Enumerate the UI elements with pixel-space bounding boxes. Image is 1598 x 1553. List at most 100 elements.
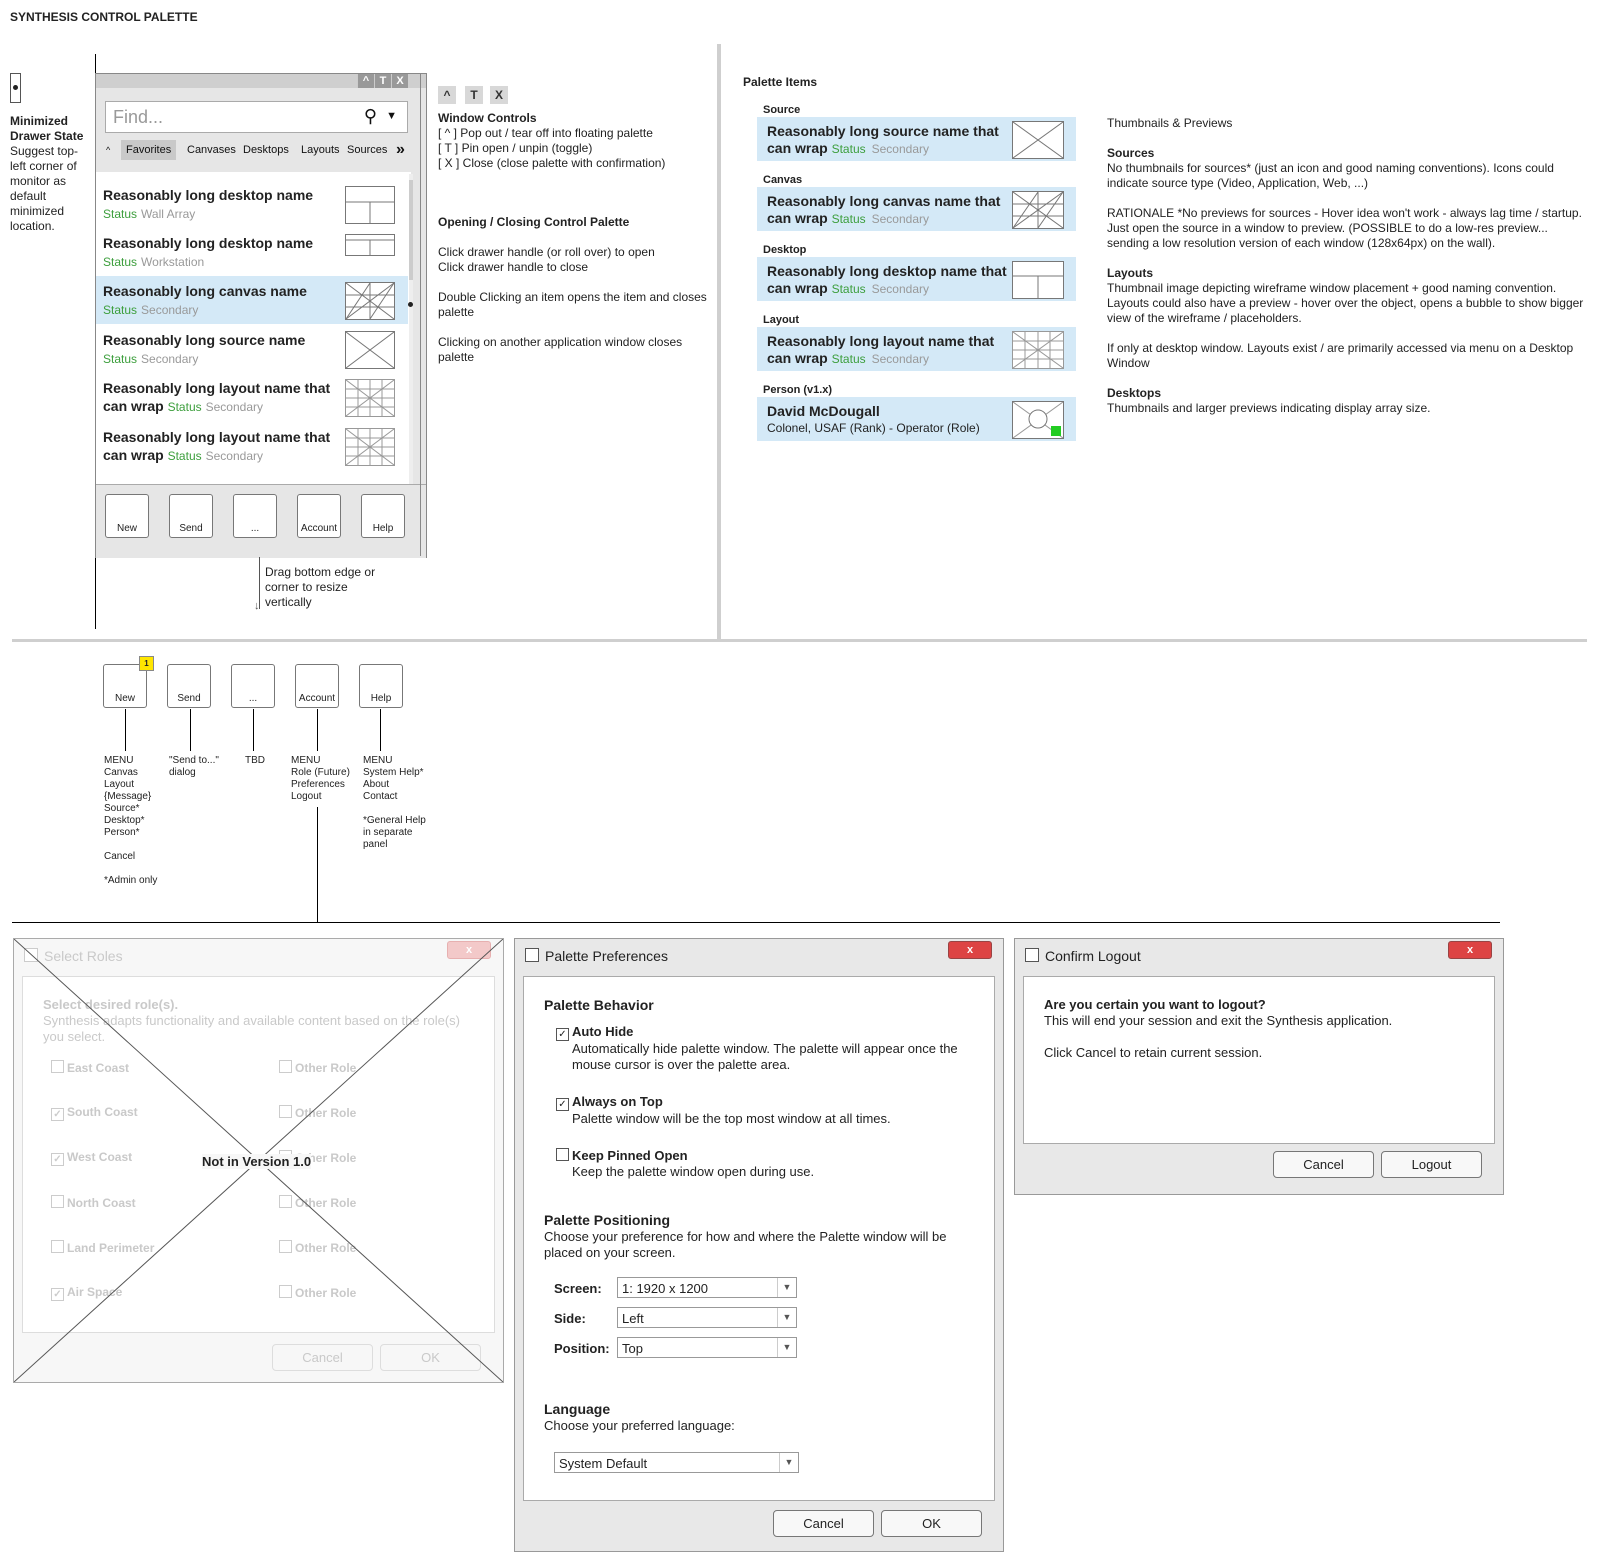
- auto-hide-desc: Automatically hide palette window. The p…: [572, 1041, 958, 1072]
- always-on-top-checkbox[interactable]: ✓: [556, 1098, 569, 1111]
- keep-pinned-label: Keep Pinned Open: [572, 1148, 688, 1163]
- account-button[interactable]: Account: [297, 494, 341, 538]
- desktop-thumbnail: [345, 234, 395, 256]
- palette-footer: New Send ... Account Help: [96, 484, 426, 558]
- item-name: Reasonably long desktop name: [103, 187, 314, 203]
- divider: [12, 639, 1587, 642]
- opening-heading: Opening / Closing Control Palette: [438, 215, 630, 229]
- tab-sources[interactable]: Sources: [342, 140, 392, 160]
- layout-label: Layout: [763, 314, 800, 326]
- palette-titlebar: ^ T X: [96, 74, 426, 88]
- item-status: Status: [103, 352, 138, 366]
- positioning-desc: Choose your preference for how and where…: [544, 1229, 947, 1260]
- new-button[interactable]: New: [105, 494, 149, 538]
- close-button[interactable]: X: [391, 74, 408, 88]
- tab-canvases[interactable]: Canvases: [182, 140, 241, 160]
- more-button[interactable]: ...: [231, 664, 275, 708]
- send-button[interactable]: Send: [169, 494, 213, 538]
- account-button[interactable]: Account: [295, 664, 339, 708]
- item-status: Status: [831, 212, 866, 226]
- auto-hide-checkbox[interactable]: ✓: [556, 1028, 569, 1041]
- close-icon: X: [490, 86, 508, 104]
- list-item[interactable]: Reasonably long canvas name Status Second…: [96, 276, 408, 324]
- list-item[interactable]: Reasonably long layout name that can wra…: [96, 373, 408, 421]
- ok-button[interactable]: OK: [881, 1510, 982, 1537]
- layout-thumbnail: [1012, 331, 1064, 369]
- auto-hide-label: Auto Hide: [572, 1024, 634, 1039]
- cancel-button[interactable]: Cancel: [773, 1510, 874, 1537]
- person-name: David McDougall: [767, 403, 880, 419]
- window-controls-heading: Window Controls: [438, 111, 537, 125]
- item-status: Status: [103, 207, 138, 221]
- item-secondary: Secondary: [871, 282, 929, 296]
- tab-favorites[interactable]: Favorites: [121, 140, 177, 160]
- logout-button[interactable]: Logout: [1381, 1151, 1482, 1178]
- list-item[interactable]: Reasonably long desktop name Status Wall …: [96, 180, 408, 228]
- thumbnails-heading: Thumbnails & Previews: [1107, 116, 1233, 130]
- new-menu-note: MENU Canvas Layout {Message} Source* Des…: [104, 755, 158, 886]
- note-line: Clicking on another application window c…: [438, 335, 683, 364]
- list-item[interactable]: Reasonably long source name Status Second…: [96, 325, 408, 373]
- chevron-down-icon[interactable]: ▼: [386, 110, 397, 122]
- close-icon[interactable]: x: [1448, 941, 1492, 959]
- desktop-card[interactable]: Reasonably long desktop name that can wr…: [757, 257, 1076, 301]
- logout-message: Are you certain you want to logout? This…: [1044, 997, 1484, 1061]
- language-desc: Choose your preferred language:: [544, 1418, 735, 1433]
- source-label: Source: [763, 104, 801, 116]
- layout-card[interactable]: Reasonably long layout name that can wra…: [757, 327, 1076, 371]
- dialog-title: Confirm Logout: [1025, 948, 1141, 964]
- close-icon[interactable]: x: [948, 941, 992, 959]
- pin-button[interactable]: T: [374, 74, 391, 88]
- palette-preferences-dialog: Palette Preferences x Palette Behavior ✓…: [514, 938, 1004, 1552]
- chevron-down-icon: ▼: [779, 1453, 798, 1472]
- drawer-handle[interactable]: [10, 73, 21, 103]
- logout-question: Are you certain you want to logout?: [1044, 997, 1266, 1012]
- popout-button[interactable]: ^: [357, 74, 374, 88]
- scrollbar-thumb[interactable]: [409, 180, 413, 280]
- source-thumbnail: [345, 331, 395, 369]
- item-status: Status: [167, 400, 202, 414]
- person-card[interactable]: David McDougall Colonel, USAF (Rank) - O…: [757, 397, 1076, 441]
- resize-note: Drag bottom edge or corner to resize ver…: [265, 565, 376, 609]
- layouts-text: If only at desktop window. Layouts exist…: [1107, 341, 1574, 370]
- list-item[interactable]: Reasonably long layout name that can wra…: [96, 422, 408, 470]
- layout-thumbnail: [345, 428, 395, 466]
- canvas-card[interactable]: Reasonably long canvas name that can wra…: [757, 187, 1076, 231]
- tabs-more-button[interactable]: »: [391, 140, 410, 160]
- help-button[interactable]: Help: [361, 494, 405, 538]
- send-note: "Send to..." dialog: [169, 755, 219, 778]
- layouts-text: Thumbnail image depicting wireframe wind…: [1107, 281, 1584, 325]
- search-icon[interactable]: ⚲: [364, 106, 377, 127]
- tabs-collapse-button[interactable]: ^: [101, 140, 115, 160]
- search-input[interactable]: Find... ⚲ ▼: [105, 101, 408, 133]
- tab-desktops[interactable]: Desktops: [238, 140, 294, 160]
- person-label: Person (v1.x): [763, 384, 833, 396]
- source-card[interactable]: Reasonably long source name that can wra…: [757, 117, 1076, 161]
- sources-text: No thumbnails for sources* (just an icon…: [1107, 161, 1554, 190]
- positioning-heading: Palette Positioning: [544, 1212, 671, 1228]
- language-select[interactable]: System Default ▼: [554, 1452, 799, 1473]
- screen-select[interactable]: 1: 1920 x 1200 ▼: [617, 1277, 797, 1298]
- list-item[interactable]: Reasonably long desktop name Status Works…: [96, 228, 408, 276]
- layout-thumbnail: [345, 379, 395, 417]
- drawer-handle[interactable]: [408, 302, 413, 307]
- side-select[interactable]: Left ▼: [617, 1307, 797, 1328]
- connector-line: [190, 709, 191, 751]
- cancel-button[interactable]: Cancel: [1273, 1151, 1374, 1178]
- position-select[interactable]: Top ▼: [617, 1337, 797, 1358]
- opening-note: Opening / Closing Control Palette Click …: [438, 215, 708, 365]
- keep-pinned-option: Keep Pinned Open Keep the palette window…: [556, 1148, 976, 1180]
- more-button[interactable]: ...: [233, 494, 277, 538]
- side-label: Side:: [554, 1311, 586, 1326]
- item-secondary: Secondary: [871, 142, 929, 156]
- tab-layouts[interactable]: Layouts: [296, 140, 345, 160]
- note-line: [ X ] Close (close palette with confirma…: [438, 156, 666, 170]
- send-button[interactable]: Send: [167, 664, 211, 708]
- always-on-top-label: Always on Top: [572, 1094, 663, 1109]
- keep-pinned-checkbox[interactable]: [556, 1148, 569, 1161]
- item-secondary: Workstation: [141, 255, 205, 269]
- help-button[interactable]: Help: [359, 664, 403, 708]
- window-controls-note: Window Controls [ ^ ] Pop out / tear off…: [438, 111, 708, 171]
- divider: [12, 922, 1500, 923]
- minimized-note: Minimized Drawer State Suggest top-left …: [10, 114, 90, 234]
